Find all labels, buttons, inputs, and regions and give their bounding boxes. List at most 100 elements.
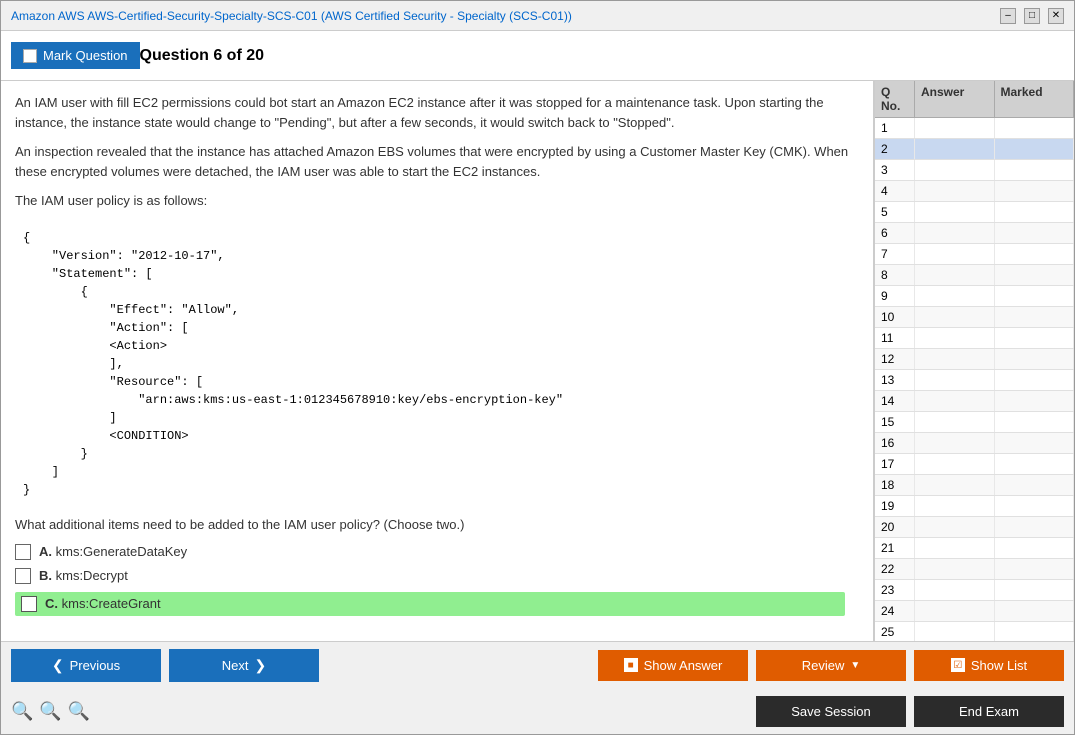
previous-arrow-icon: ❮ (52, 657, 64, 674)
list-item[interactable]: 18 (875, 475, 1074, 496)
list-item[interactable]: 13 (875, 370, 1074, 391)
save-session-button[interactable]: Save Session (756, 696, 906, 727)
review-button[interactable]: Review ▼ (756, 650, 906, 681)
zoom-reset-button[interactable]: 🔍 (39, 701, 61, 722)
sidebar-col-qno: Q No. (875, 81, 915, 117)
list-item[interactable]: 17 (875, 454, 1074, 475)
sidebar-qno: 13 (875, 370, 915, 390)
list-item[interactable]: 16 (875, 433, 1074, 454)
minimize-button[interactable]: – (1000, 8, 1016, 24)
list-item[interactable]: 8 (875, 265, 1074, 286)
sidebar-marked (995, 580, 1075, 600)
sidebar-qno: 5 (875, 202, 915, 222)
sidebar-answer (915, 475, 995, 495)
previous-label: Previous (70, 658, 121, 673)
end-exam-button[interactable]: End Exam (914, 696, 1064, 727)
answer-option-c[interactable]: C. kms:CreateGrant (15, 592, 845, 616)
list-item[interactable]: 1 (875, 118, 1074, 139)
list-item[interactable]: 19 (875, 496, 1074, 517)
sidebar-marked (995, 139, 1075, 159)
review-label: Review (802, 658, 845, 673)
bottom-row-1: ❮ Previous Next ❯ ■ Show Answer Review ▼… (1, 642, 1074, 688)
sidebar-qno: 22 (875, 559, 915, 579)
choose-text: What additional items need to be added t… (15, 517, 859, 532)
sidebar-qno: 10 (875, 307, 915, 327)
sidebar-answer (915, 181, 995, 201)
sidebar-marked (995, 265, 1075, 285)
sidebar-answer (915, 223, 995, 243)
list-item[interactable]: 25 (875, 622, 1074, 641)
end-exam-label: End Exam (959, 704, 1019, 719)
checkbox-b[interactable] (15, 568, 31, 584)
next-button[interactable]: Next ❯ (169, 649, 319, 682)
sidebar-qno: 12 (875, 349, 915, 369)
zoom-out-button[interactable]: 🔍 (11, 701, 33, 722)
checkbox-c[interactable] (21, 596, 37, 612)
question-paragraph-1: An IAM user with fill EC2 permissions co… (15, 93, 859, 132)
list-item[interactable]: 5 (875, 202, 1074, 223)
checkbox-a[interactable] (15, 544, 31, 560)
list-item[interactable]: 11 (875, 328, 1074, 349)
window-controls: – □ ✕ (1000, 8, 1064, 24)
sidebar-qno: 24 (875, 601, 915, 621)
bottom-bar: ❮ Previous Next ❯ ■ Show Answer Review ▼… (1, 641, 1074, 734)
window-title: Amazon AWS AWS-Certified-Security-Specia… (11, 9, 572, 23)
list-item[interactable]: 2 (875, 139, 1074, 160)
question-paragraph-2: An inspection revealed that the instance… (15, 142, 859, 181)
list-item[interactable]: 3 (875, 160, 1074, 181)
sidebar-qno: 11 (875, 328, 915, 348)
list-item[interactable]: 22 (875, 559, 1074, 580)
zoom-controls: 🔍 🔍 🔍 (11, 701, 90, 722)
sidebar-qno: 9 (875, 286, 915, 306)
sidebar-marked (995, 475, 1075, 495)
sidebar-marked (995, 433, 1075, 453)
sidebar-header: Q No. Answer Marked (875, 81, 1074, 118)
mark-question-button[interactable]: Mark Question (11, 42, 140, 69)
answer-option-b[interactable]: B. kms:Decrypt (15, 568, 859, 584)
sidebar-marked (995, 496, 1075, 516)
sidebar-answer (915, 601, 995, 621)
list-item[interactable]: 7 (875, 244, 1074, 265)
previous-button[interactable]: ❮ Previous (11, 649, 161, 682)
list-item[interactable]: 4 (875, 181, 1074, 202)
sidebar-answer (915, 580, 995, 600)
sidebar-qno: 15 (875, 412, 915, 432)
question-title: Question 6 of 20 (140, 47, 264, 65)
sidebar-marked (995, 370, 1075, 390)
mark-question-label: Mark Question (43, 48, 128, 63)
list-item[interactable]: 9 (875, 286, 1074, 307)
zoom-in-button[interactable]: 🔍 (68, 701, 90, 722)
list-item[interactable]: 10 (875, 307, 1074, 328)
sidebar-answer (915, 412, 995, 432)
list-item[interactable]: 15 (875, 412, 1074, 433)
maximize-button[interactable]: □ (1024, 8, 1040, 24)
sidebar-answer (915, 370, 995, 390)
sidebar-marked (995, 328, 1075, 348)
list-item[interactable]: 24 (875, 601, 1074, 622)
sidebar-qno: 6 (875, 223, 915, 243)
list-item[interactable]: 20 (875, 517, 1074, 538)
show-answer-label: Show Answer (644, 658, 723, 673)
sidebar-qno: 2 (875, 139, 915, 159)
sidebar-answer (915, 139, 995, 159)
list-item[interactable]: 21 (875, 538, 1074, 559)
sidebar-marked (995, 202, 1075, 222)
close-button[interactable]: ✕ (1048, 8, 1064, 24)
list-item[interactable]: 23 (875, 580, 1074, 601)
toolbar: Mark Question Question 6 of 20 (1, 31, 1074, 81)
show-answer-button[interactable]: ■ Show Answer (598, 650, 748, 681)
list-item[interactable]: 14 (875, 391, 1074, 412)
list-item[interactable]: 12 (875, 349, 1074, 370)
option-c-label: C. kms:CreateGrant (45, 596, 161, 611)
sidebar-answer (915, 307, 995, 327)
sidebar-marked (995, 391, 1075, 411)
sidebar-marked (995, 517, 1075, 537)
sidebar-marked (995, 349, 1075, 369)
answer-option-a[interactable]: A. kms:GenerateDataKey (15, 544, 859, 560)
code-block: { "Version": "2012-10-17", "Statement": … (15, 221, 859, 507)
sidebar-answer (915, 118, 995, 138)
list-item[interactable]: 6 (875, 223, 1074, 244)
show-list-button[interactable]: ☑ Show List (914, 650, 1064, 681)
sidebar-marked (995, 181, 1075, 201)
review-arrow-icon: ▼ (850, 660, 860, 671)
